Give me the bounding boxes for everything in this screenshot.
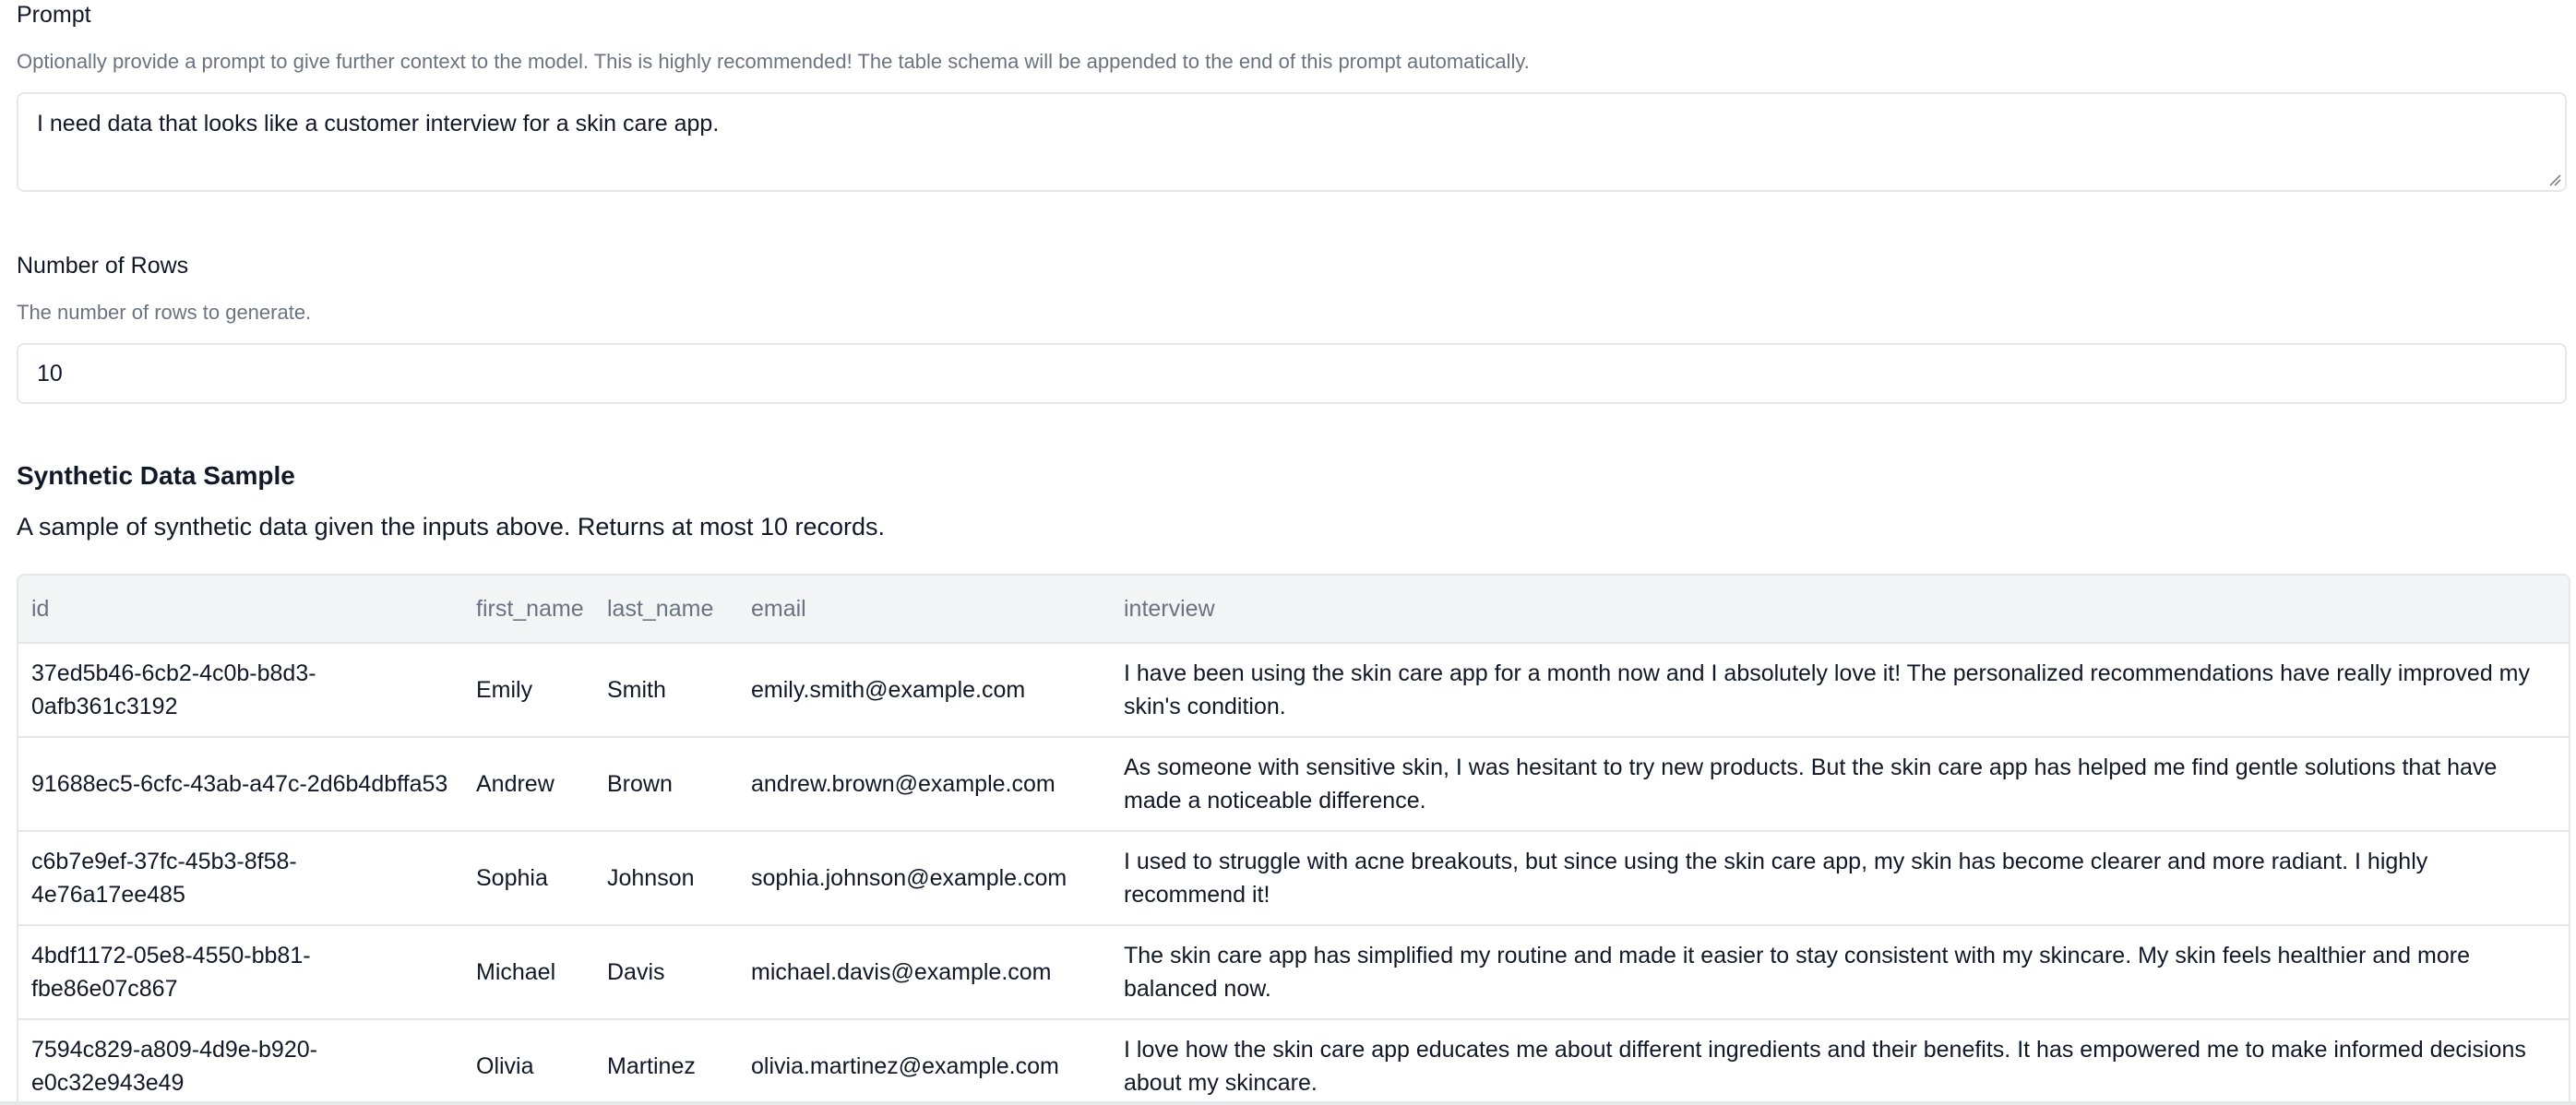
table-row: 7594c829-a809-4d9e-b920-e0c32e943e49 Oli… xyxy=(18,1019,2569,1105)
cell-id: c6b7e9ef-37fc-45b3-8f58-4e76a17ee485 xyxy=(18,831,463,926)
sample-table: id first_name last_name email interview … xyxy=(17,574,2570,1105)
cell-email: sophia.johnson@example.com xyxy=(738,831,1111,926)
column-header-last-name: last_name xyxy=(594,576,738,644)
section-description: A sample of synthetic data given the inp… xyxy=(17,513,886,541)
cell-first-name: Sophia xyxy=(463,831,594,926)
cell-id: 91688ec5-6cfc-43ab-a47c-2d6b4dbffa53 xyxy=(18,737,463,832)
column-header-first-name: first_name xyxy=(463,576,594,644)
table-header-row: id first_name last_name email interview xyxy=(18,576,2569,644)
prompt-value: I need data that looks like a customer i… xyxy=(37,111,720,137)
table-row: 37ed5b46-6cb2-4c0b-b8d3-0afb361c3192 Emi… xyxy=(18,643,2569,738)
cell-first-name: Olivia xyxy=(463,1019,594,1105)
table-row: 4bdf1172-05e8-4550-bb81-fbe86e07c867 Mic… xyxy=(18,925,2569,1020)
cell-interview: As someone with sensitive skin, I was he… xyxy=(1111,737,2569,832)
table-row: 91688ec5-6cfc-43ab-a47c-2d6b4dbffa53 And… xyxy=(18,737,2569,832)
rows-label: Number of Rows xyxy=(17,253,189,279)
cell-email: olivia.martinez@example.com xyxy=(738,1019,1111,1105)
prompt-help-text: Optionally provide a prompt to give furt… xyxy=(17,50,1530,73)
cell-email: andrew.brown@example.com xyxy=(738,737,1111,832)
cell-last-name: Johnson xyxy=(594,831,738,926)
cell-interview: I used to struggle with acne breakouts, … xyxy=(1111,831,2569,926)
cell-first-name: Emily xyxy=(463,643,594,738)
prompt-textarea[interactable]: I need data that looks like a customer i… xyxy=(17,92,2567,192)
cell-interview: I love how the skin care app educates me… xyxy=(1111,1019,2569,1105)
cell-id: 37ed5b46-6cb2-4c0b-b8d3-0afb361c3192 xyxy=(18,643,463,738)
cell-id: 4bdf1172-05e8-4550-bb81-fbe86e07c867 xyxy=(18,925,463,1020)
cell-id: 7594c829-a809-4d9e-b920-e0c32e943e49 xyxy=(18,1019,463,1105)
resize-handle-icon[interactable] xyxy=(2548,173,2561,186)
cell-first-name: Andrew xyxy=(463,737,594,832)
cell-email: emily.smith@example.com xyxy=(738,643,1111,738)
rows-help-text: The number of rows to generate. xyxy=(17,301,312,324)
cell-email: michael.davis@example.com xyxy=(738,925,1111,1020)
cell-first-name: Michael xyxy=(463,925,594,1020)
cell-interview: I have been using the skin care app for … xyxy=(1111,643,2569,738)
section-title: Synthetic Data Sample xyxy=(17,461,295,490)
cell-last-name: Martinez xyxy=(594,1019,738,1105)
cell-last-name: Davis xyxy=(594,925,738,1020)
cell-last-name: Smith xyxy=(594,643,738,738)
column-header-interview: interview xyxy=(1111,576,2569,644)
column-header-id: id xyxy=(18,576,463,644)
table-row: c6b7e9ef-37fc-45b3-8f58-4e76a17ee485 Sop… xyxy=(18,831,2569,926)
rows-input[interactable]: 10 xyxy=(17,343,2567,404)
prompt-label: Prompt xyxy=(17,2,91,28)
cell-interview: The skin care app has simplified my rout… xyxy=(1111,925,2569,1020)
scroll-edge-divider xyxy=(0,1101,2576,1105)
column-header-email: email xyxy=(738,576,1111,644)
synthetic-data-form: Prompt Optionally provide a prompt to gi… xyxy=(0,0,2576,1105)
cell-last-name: Brown xyxy=(594,737,738,832)
